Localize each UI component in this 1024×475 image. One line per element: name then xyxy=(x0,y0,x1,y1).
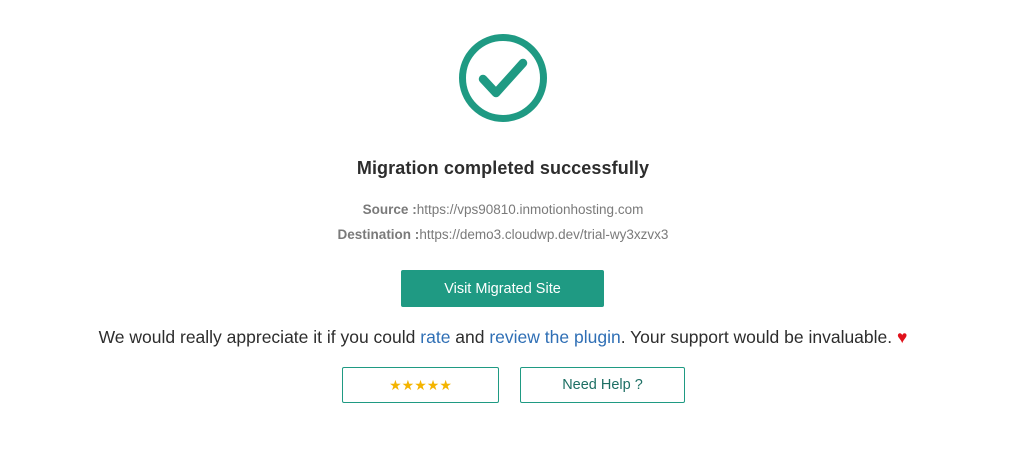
feedback-text-and: and xyxy=(450,327,490,347)
destination-row: Destination :https://demo3.cloudwp.dev/t… xyxy=(0,227,1006,242)
rate-link[interactable]: rate xyxy=(420,327,450,347)
rate-stars-button[interactable]: ★★★★★ xyxy=(342,367,499,403)
destination-value: https://demo3.cloudwp.dev/trial-wy3xzvx3 xyxy=(419,227,669,242)
source-value: https://vps90810.inmotionhosting.com xyxy=(416,202,644,217)
feedback-message: We would really appreciate it if you cou… xyxy=(0,327,1006,348)
visit-migrated-site-button[interactable]: Visit Migrated Site xyxy=(401,270,604,307)
destination-label: Destination : xyxy=(337,227,420,242)
heart-icon: ♥ xyxy=(897,327,908,347)
review-plugin-link[interactable]: review the plugin xyxy=(489,327,620,347)
migration-success-page: Migration completed successfully Source … xyxy=(0,0,1024,475)
page-title: Migration completed successfully xyxy=(356,158,650,178)
source-row: Source :https://vps90810.inmotionhosting… xyxy=(0,202,1006,217)
source-label: Source : xyxy=(362,202,417,217)
feedback-text-after: . Your support would be invaluable. xyxy=(620,327,897,347)
need-help-button[interactable]: Need Help ? xyxy=(520,367,685,403)
check-circle-icon xyxy=(459,34,547,122)
feedback-text-before: We would really appreciate it if you cou… xyxy=(98,327,421,347)
